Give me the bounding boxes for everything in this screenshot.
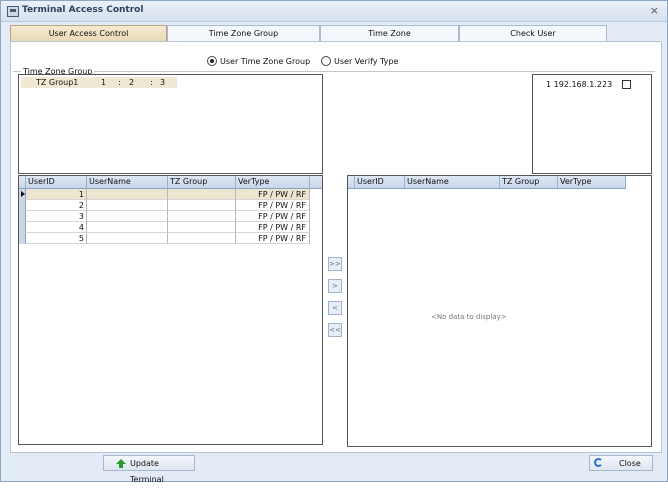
tab-time-zone[interactable]: Time Zone (320, 25, 459, 42)
app-icon (7, 6, 19, 17)
cell-username[interactable] (87, 211, 168, 222)
close-button[interactable]: Close (589, 455, 653, 471)
move-right-button[interactable]: > (328, 279, 342, 293)
cell-vertype[interactable]: FP / PW / RF (236, 222, 310, 233)
close-label: Close (619, 459, 641, 468)
radio-user-verify-type[interactable]: User Verify Type (321, 56, 398, 66)
cell-vertype[interactable]: FP / PW / RF (236, 233, 310, 244)
column-header-vertype[interactable]: VerType (236, 176, 310, 188)
row-indicator (19, 211, 26, 222)
title-bar: Terminal Access Control × (1, 1, 667, 22)
tab-user-access-control[interactable]: User Access Control (10, 25, 167, 42)
terminal-checkbox[interactable] (622, 80, 631, 89)
move-all-right-button[interactable]: >> (328, 257, 342, 271)
update-terminal-button[interactable]: Update Terminal (103, 455, 195, 484)
selected-user-grid[interactable]: UserID UserName TZ Group VerType (347, 175, 652, 447)
window-title: Terminal Access Control (22, 5, 144, 15)
row-indicator-header (19, 176, 26, 188)
cell-username[interactable] (87, 222, 168, 233)
cell-username[interactable] (87, 189, 168, 200)
row-indicator (19, 189, 26, 200)
move-all-left-button[interactable]: << (328, 323, 342, 337)
cell-userid[interactable]: 2 (26, 200, 87, 211)
column-header-username[interactable]: UserName (87, 176, 168, 188)
cell-userid[interactable]: 1 (26, 189, 87, 200)
current-row-arrow-icon (21, 191, 25, 197)
radio-unselected-icon (321, 56, 331, 66)
column-header-userid[interactable]: UserID (355, 176, 405, 188)
radio-user-time-zone-group[interactable]: User Time Zone Group (207, 56, 310, 66)
cell-vertype[interactable]: FP / PW / RF (236, 189, 310, 200)
column-header-vertype[interactable]: VerType (558, 176, 626, 188)
time-zone-group-list[interactable]: TZ Group1 1 : 2 : 3 (18, 74, 323, 174)
cell-vertype[interactable]: FP / PW / RF (236, 211, 310, 222)
window-close-icon[interactable]: × (650, 4, 659, 17)
update-arrow-stem (119, 464, 123, 468)
column-header-username[interactable]: UserName (405, 176, 500, 188)
column-header-tzgroup[interactable]: TZ Group (168, 176, 236, 188)
tz-value-3: 3 (160, 78, 166, 87)
selected-user-grid-header: UserID UserName TZ Group VerType (348, 176, 626, 189)
row-indicator (19, 233, 26, 244)
cell-userid[interactable]: 3 (26, 211, 87, 222)
cell-userid[interactable]: 4 (26, 222, 87, 233)
tz-separator: : (118, 78, 121, 87)
cell-tzgroup[interactable] (168, 222, 236, 233)
cell-vertype[interactable]: FP / PW / RF (236, 200, 310, 211)
tz-separator: : (150, 78, 153, 87)
terminal-list[interactable]: 1 192.168.1.223 (532, 74, 652, 174)
cell-username[interactable] (87, 233, 168, 244)
row-indicator-header (348, 176, 355, 188)
cell-username[interactable] (87, 200, 168, 211)
empty-grid-message: <No data to display> (431, 313, 507, 321)
radio-label: User Time Zone Group (220, 56, 311, 66)
row-indicator (19, 200, 26, 211)
column-header-tzgroup[interactable]: TZ Group (500, 176, 558, 188)
tz-group-name: TZ Group1 (36, 78, 79, 87)
tab-check-user[interactable]: Check User (459, 25, 607, 42)
radio-selected-icon (207, 56, 217, 66)
cell-userid[interactable]: 5 (26, 233, 87, 244)
radio-label: User Verify Type (334, 56, 399, 66)
terminal-access-control-window: Terminal Access Control × User Access Co… (0, 0, 668, 484)
user-grid-header: UserID UserName TZ Group VerType (19, 176, 322, 189)
cell-tzgroup[interactable] (168, 233, 236, 244)
tz-value-1: 1 (101, 78, 107, 87)
move-left-button[interactable]: < (328, 301, 342, 315)
list-item[interactable]: TZ Group1 1 : 2 : 3 (21, 77, 177, 88)
row-indicator (19, 222, 26, 233)
column-header-userid[interactable]: UserID (26, 176, 87, 188)
close-icon (594, 458, 603, 467)
cell-tzgroup[interactable] (168, 200, 236, 211)
cell-tzgroup[interactable] (168, 189, 236, 200)
tab-time-zone-group[interactable]: Time Zone Group (167, 25, 320, 42)
user-grid[interactable]: UserID UserName TZ Group VerType 1 FP / … (18, 175, 323, 445)
terminal-ip: 1 192.168.1.223 (546, 80, 613, 89)
cell-tzgroup[interactable] (168, 211, 236, 222)
update-terminal-label: Update Terminal (130, 459, 164, 484)
tz-value-2: 2 (129, 78, 135, 87)
